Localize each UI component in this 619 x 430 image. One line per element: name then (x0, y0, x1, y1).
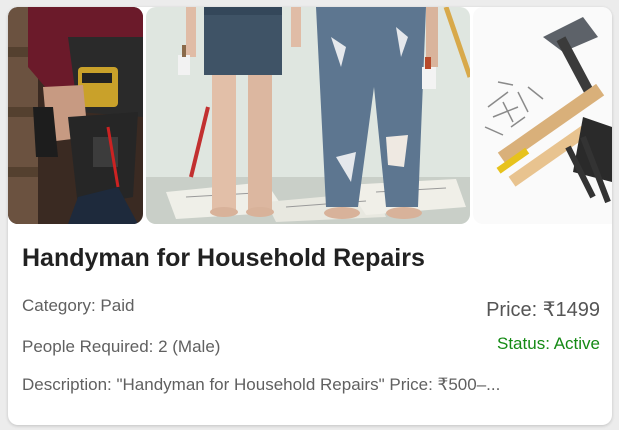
status-label: Status: (497, 334, 554, 353)
image-gallery[interactable] (8, 7, 612, 224)
service-title[interactable]: Handyman for Household Repairs (22, 244, 425, 273)
description-text: Description: "Handyman for Household Rep… (22, 375, 501, 394)
price-text: Price: ₹1499 (486, 299, 600, 321)
tool-belt-photo[interactable] (8, 7, 143, 224)
tool-belt-photo-illustration (8, 7, 143, 224)
status-value: Active (553, 334, 600, 353)
people-painting-photo-illustration (146, 7, 470, 224)
status-text: Status: Active (497, 334, 600, 354)
people-required-text: People Required: 2 (Male) (22, 337, 221, 356)
service-card[interactable]: Handyman for Household Repairs Category:… (8, 7, 612, 425)
tools-photo-illustration (473, 7, 612, 224)
people-painting-photo[interactable] (146, 7, 470, 224)
tools-photo[interactable] (473, 7, 612, 224)
category-text: Category: Paid (22, 296, 135, 315)
